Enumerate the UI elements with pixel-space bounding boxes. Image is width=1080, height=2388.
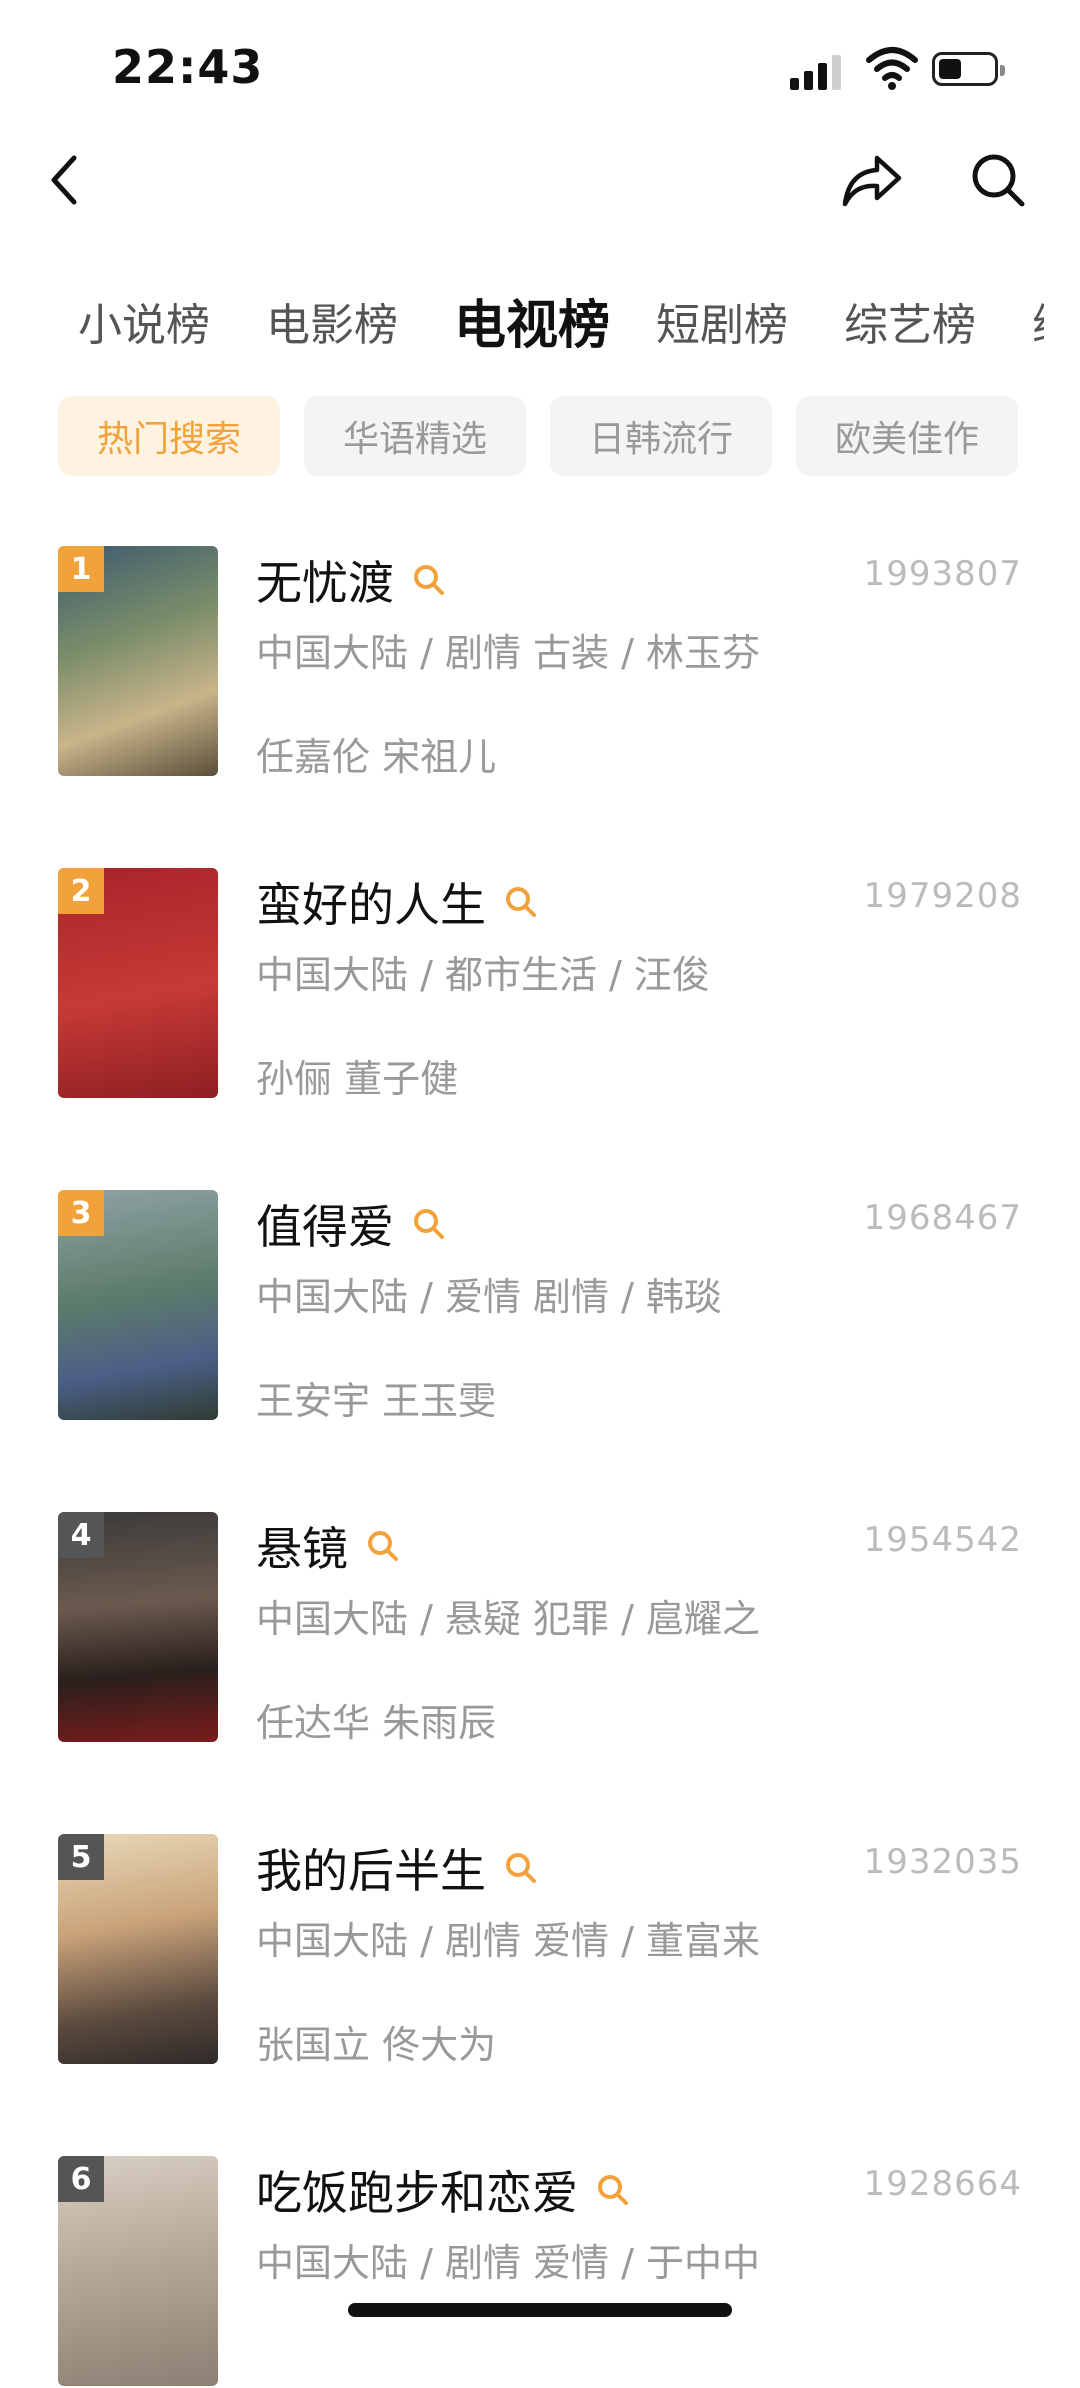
- rank-badge: 4: [58, 1512, 104, 1558]
- item-cast: 王安宇 王玉雯: [256, 1379, 497, 1423]
- search-button[interactable]: [958, 140, 1038, 220]
- back-button[interactable]: [24, 140, 104, 220]
- search-icon[interactable]: [366, 1529, 400, 1563]
- search-icon[interactable]: [412, 1207, 446, 1241]
- rank-badge: 3: [58, 1190, 104, 1236]
- search-icon[interactable]: [504, 1851, 538, 1885]
- item-meta: 中国大陆 / 悬疑 犯罪 / 扈耀之: [256, 1597, 761, 1641]
- heat-score: 1979208: [863, 876, 1022, 916]
- share-arrow-icon: [842, 155, 902, 207]
- item-meta: 中国大陆 / 爱情 剧情 / 韩琰: [256, 1275, 723, 1319]
- item-meta: 中国大陆 / 都市生活 / 汪俊: [256, 953, 710, 997]
- category-tabs: 小说榜 电影榜 电视榜 短剧榜 综艺榜 综: [0, 286, 1080, 366]
- chip-hot-search[interactable]: 热门搜索: [58, 396, 280, 476]
- heat-score: 1932035: [863, 1842, 1022, 1882]
- item-cast: 任嘉伦 宋祖儿: [256, 735, 497, 779]
- rank-badge: 2: [58, 868, 104, 914]
- item-title: 无忧渡: [256, 556, 394, 610]
- item-title: 我的后半生: [256, 1844, 486, 1898]
- poster-image: 2: [58, 868, 218, 1098]
- filter-chips: 热门搜索 华语精选 日韩流行 欧美佳作: [0, 396, 1080, 476]
- heat-score: 1928664: [863, 2164, 1022, 2204]
- wifi-icon: [866, 47, 918, 90]
- item-cast: 任达华 朱雨辰: [256, 1701, 497, 1745]
- list-item[interactable]: 2 蛮好的人生 1979208 中国大陆 / 都市生活 / 汪俊 孙俪 董子健: [0, 868, 1080, 1101]
- share-button[interactable]: [832, 140, 912, 220]
- chip-chinese-picks[interactable]: 华语精选: [304, 396, 526, 476]
- list-item[interactable]: 1 无忧渡 1993807 中国大陆 / 剧情 古装 / 林玉芬 任嘉伦 宋祖儿: [0, 546, 1080, 779]
- rank-badge: 1: [58, 546, 104, 592]
- chip-western-picks[interactable]: 欧美佳作: [796, 396, 1018, 476]
- tab-variety-chart[interactable]: 综艺榜: [844, 286, 976, 366]
- navigation-bar: [0, 140, 1080, 220]
- tab-overflow-partial[interactable]: 综: [1032, 286, 1044, 366]
- poster-image: 5: [58, 1834, 218, 2064]
- home-indicator: [348, 2303, 732, 2317]
- tab-novel-chart[interactable]: 小说榜: [78, 286, 210, 366]
- item-title: 吃饭跑步和恋爱: [256, 2166, 578, 2220]
- list-item[interactable]: 6 吃饭跑步和恋爱 1928664 中国大陆 / 剧情 爱情 / 于中中: [0, 2156, 1080, 2388]
- item-cast: 张国立 佟大为: [256, 2023, 497, 2067]
- battery-icon: [932, 52, 1005, 86]
- search-icon[interactable]: [412, 563, 446, 597]
- item-title: 蛮好的人生: [256, 878, 486, 932]
- tab-movie-chart[interactable]: 电影榜: [266, 286, 398, 366]
- tab-short-drama-chart[interactable]: 短剧榜: [656, 286, 788, 366]
- item-title: 值得爱: [256, 1200, 394, 1254]
- poster-image: 4: [58, 1512, 218, 1742]
- poster-image: 3: [58, 1190, 218, 1420]
- heat-score: 1968467: [863, 1198, 1022, 1238]
- list-item[interactable]: 5 我的后半生 1932035 中国大陆 / 剧情 爱情 / 董富来 张国立 佟…: [0, 1834, 1080, 2067]
- chip-jp-kr-popular[interactable]: 日韩流行: [550, 396, 772, 476]
- status-time: 22:43: [112, 40, 264, 94]
- item-cast: 孙俪 董子健: [256, 1057, 459, 1101]
- rank-badge: 6: [58, 2156, 104, 2202]
- item-meta: 中国大陆 / 剧情 古装 / 林玉芬: [256, 631, 761, 675]
- item-meta: 中国大陆 / 剧情 爱情 / 董富来: [256, 1919, 761, 1963]
- search-icon[interactable]: [596, 2173, 630, 2207]
- item-meta: 中国大陆 / 剧情 爱情 / 于中中: [256, 2241, 761, 2285]
- search-icon[interactable]: [504, 885, 538, 919]
- poster-image: 1: [58, 546, 218, 776]
- heat-score: 1993807: [863, 554, 1022, 594]
- item-title: 悬镜: [256, 1522, 348, 1576]
- tab-tv-chart[interactable]: 电视榜: [454, 286, 610, 366]
- list-item[interactable]: 4 悬镜 1954542 中国大陆 / 悬疑 犯罪 / 扈耀之 任达华 朱雨辰: [0, 1512, 1080, 1745]
- cellular-signal-icon: [790, 54, 846, 90]
- poster-image: 6: [58, 2156, 218, 2386]
- rank-badge: 5: [58, 1834, 104, 1880]
- chevron-left-icon: [51, 155, 77, 205]
- list-item[interactable]: 3 值得爱 1968467 中国大陆 / 爱情 剧情 / 韩琰 王安宇 王玉雯: [0, 1190, 1080, 1423]
- search-icon: [972, 154, 1025, 207]
- heat-score: 1954542: [863, 1520, 1022, 1560]
- status-bar: 22:43: [0, 0, 1080, 130]
